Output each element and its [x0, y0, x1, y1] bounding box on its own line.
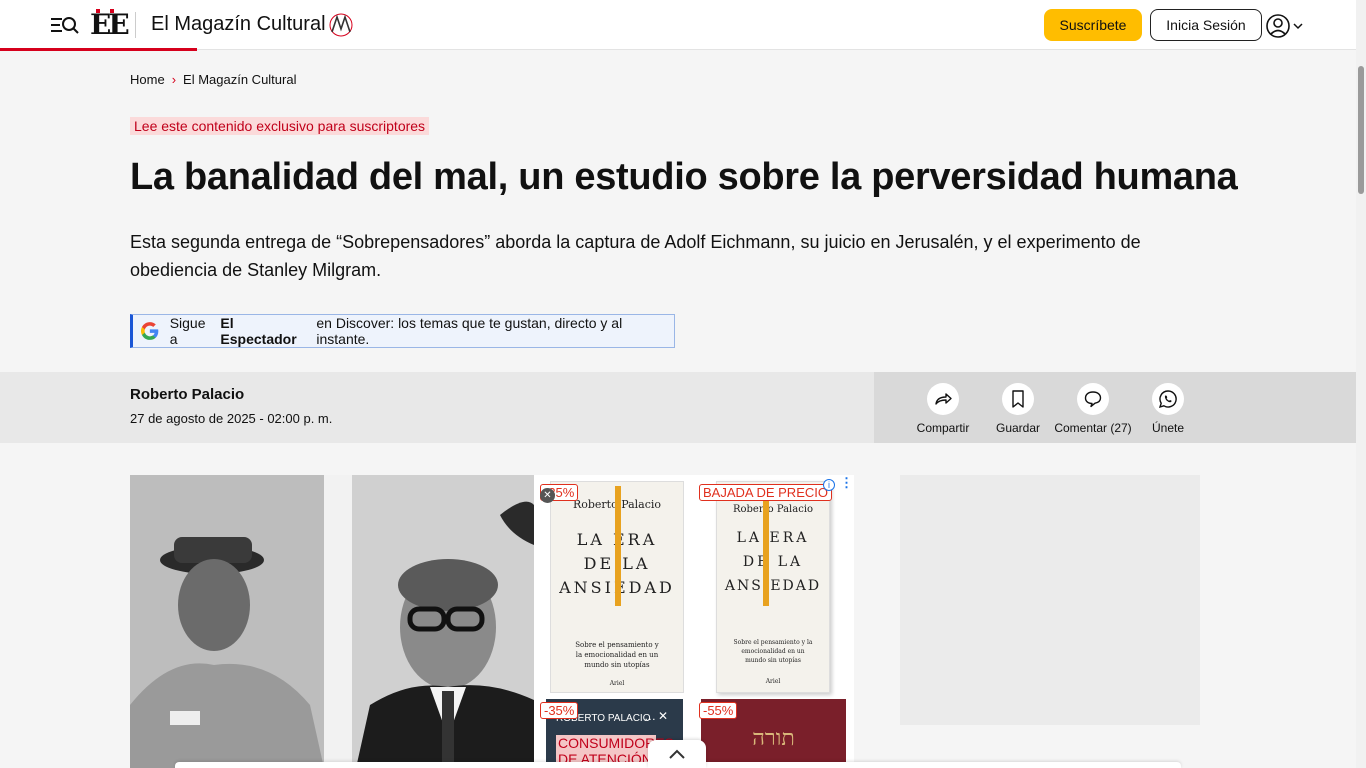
book-ad-block[interactable]: Roberto Palacio LA ERA DE LA ANSIEDAD So… [534, 475, 854, 768]
subscribe-button[interactable]: Suscríbete [1044, 9, 1142, 41]
more-dots-icon[interactable]: … [644, 709, 656, 723]
book2-subtitle: Sobre el pensamiento y la emocionalidad … [733, 639, 813, 664]
author-name[interactable]: Roberto Palacio [130, 386, 244, 403]
breadcrumb-section[interactable]: El Magazín Cultural [183, 72, 296, 87]
article-main-photo [130, 475, 534, 768]
discover-suffix: en Discover: los temas que te gustan, di… [316, 315, 623, 347]
book2-title-line-2: DE LA [742, 554, 804, 570]
discount-badge-3: -55% [699, 702, 738, 719]
ad-book-cover-2[interactable]: Roberto Palacio LA ERA DE LA ANSIEDAD So… [716, 481, 830, 693]
scrollbar-thumb[interactable] [1358, 66, 1364, 194]
reading-progress-bar [0, 48, 197, 51]
expand-bottom-bar-button[interactable] [648, 740, 706, 768]
book-subtitle: Sobre el pensamiento y la emocionalidad … [575, 641, 659, 669]
comment-label: Comentar (27) [1054, 421, 1132, 435]
join-label: Únete [1151, 421, 1185, 435]
book2-author-line: Roberto Palacio [732, 504, 814, 515]
ad-book-cover-1[interactable]: Roberto Palacio LA ERA DE LA ANSIEDAD So… [550, 481, 684, 693]
close-icon[interactable]: ✕ [658, 709, 668, 723]
header-divider [135, 12, 136, 38]
pencil-illustration [615, 486, 621, 606]
comment-icon [1077, 383, 1109, 415]
article-summary: Esta segunda entrega de “Sobrepensadores… [130, 232, 1141, 280]
share-icon [927, 383, 959, 415]
pencil-illustration-2 [763, 486, 769, 606]
share-button[interactable]: Compartir [903, 383, 983, 435]
google-icon [140, 322, 159, 340]
ad-info-icon[interactable]: i [823, 479, 835, 491]
sidebar-ad-placeholder [900, 475, 1200, 725]
breadcrumb-home[interactable]: Home [130, 72, 165, 87]
book-publisher: Ariel [609, 680, 625, 687]
discover-prefix: Sigue a [169, 315, 206, 347]
login-button[interactable]: Inicia Sesión [1150, 9, 1262, 41]
chevron-up-icon [669, 749, 685, 759]
whatsapp-icon [1152, 383, 1184, 415]
book2-title-line-3: ANSIEDAD [724, 578, 822, 594]
google-discover-banner[interactable]: Sigue a El Espectador en Discover: los t… [130, 314, 675, 348]
join-whatsapp-button[interactable]: Únete [1128, 383, 1208, 435]
scrollbar[interactable] [1356, 0, 1366, 768]
ad-close-icon[interactable]: ✕ [540, 488, 555, 503]
magazin-m-icon [328, 12, 354, 38]
breadcrumb: Home › El Magazín Cultural [130, 72, 296, 87]
book4-title: תורה [752, 726, 795, 751]
author-bar [0, 372, 874, 443]
menu-search-icon[interactable] [51, 14, 79, 36]
share-label: Compartir [916, 421, 970, 435]
comment-button[interactable]: Comentar (27) [1053, 383, 1133, 435]
save-label: Guardar [995, 421, 1041, 435]
exclusive-label: Lee este contenido exclusivo para suscri… [130, 117, 430, 135]
user-menu-button[interactable] [1266, 13, 1306, 39]
discount-badge-2: -35% [540, 702, 579, 719]
bookmark-icon [1002, 383, 1034, 415]
ad-options-icon[interactable]: ⋮ [840, 476, 853, 489]
chevron-right-icon: › [171, 72, 177, 87]
book2-publisher: Ariel [765, 678, 781, 685]
price-drop-badge: BAJADA DE PRECIO [699, 484, 832, 501]
save-button[interactable]: Guardar [978, 383, 1058, 435]
el-espectador-logo[interactable]: EE [90, 9, 130, 41]
discover-brand: El Espectador [220, 315, 297, 347]
article-headline: La banalidad del mal, un estudio sobre l… [130, 156, 1238, 198]
publish-date: 27 de agosto de 2025 - 02:00 p. m. [130, 411, 333, 426]
book2-title-line-1: LA ERA [736, 530, 810, 546]
section-title[interactable]: El Magazín Cultural [151, 13, 326, 36]
